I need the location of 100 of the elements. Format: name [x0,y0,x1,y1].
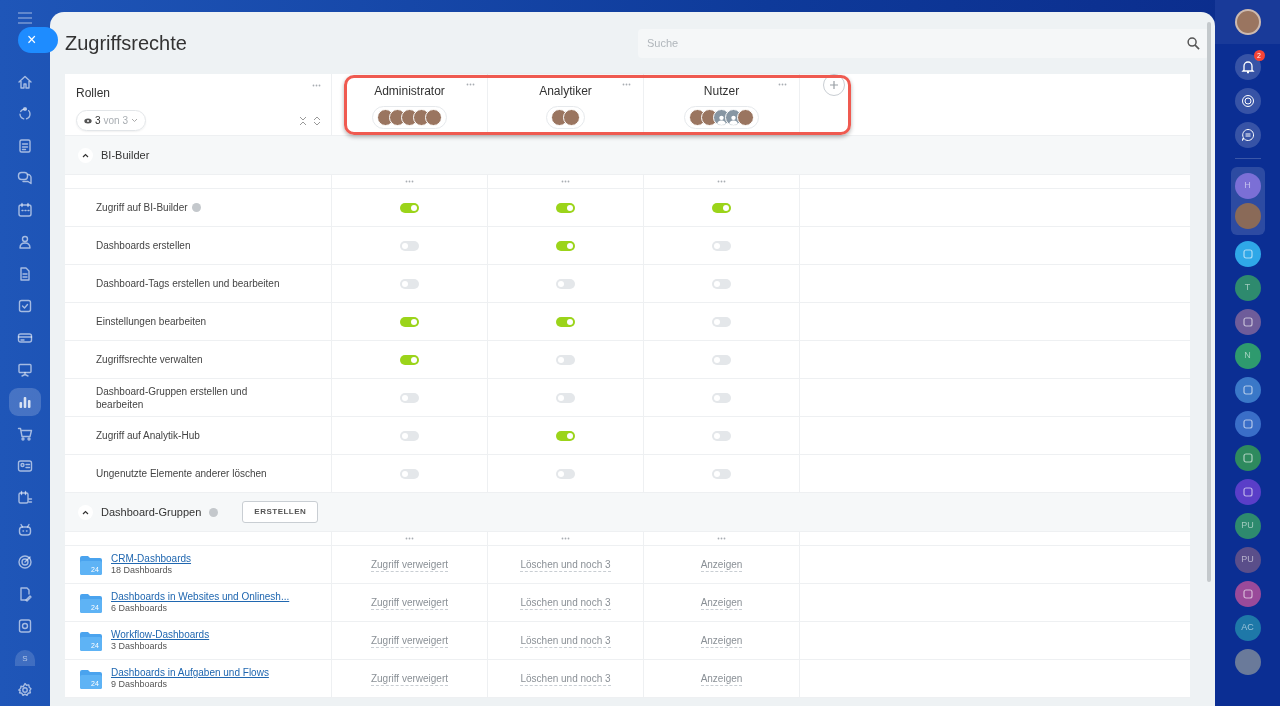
permission-dropdown[interactable]: Anzeigen [700,633,743,648]
chat-icon[interactable] [1234,411,1261,437]
group-link[interactable]: Workflow-Dashboards [111,629,210,642]
people-icon[interactable] [17,234,33,250]
avatar-photo[interactable] [1234,203,1261,229]
toggle-switch[interactable] [400,278,419,289]
spiral-icon[interactable] [1240,94,1255,108]
collapse-button[interactable] [78,147,93,163]
toggle-switch[interactable] [400,354,419,365]
avatar-photo [737,109,754,126]
toggle-switch[interactable] [712,430,731,441]
collapse-expand-icon[interactable] [299,115,321,126]
permission-dropdown[interactable]: Löschen und noch 3 [520,671,611,686]
toggle-switch[interactable] [712,354,731,365]
chat-icon[interactable] [17,170,33,186]
chat-avatar[interactable]: H [1234,173,1261,199]
toggle-switch[interactable] [400,202,419,213]
cycle-icon[interactable] [17,106,33,122]
toggle-switch[interactable] [400,468,419,479]
permission-dropdown[interactable]: Zugriff verweigert [370,595,449,610]
role-name: Nutzer [703,83,740,100]
toggle-switch[interactable] [556,430,575,441]
toggle-switch[interactable] [712,240,731,251]
group-link[interactable]: Dashboards in Aufgaben und Flows [111,667,269,680]
menu-icon[interactable] [17,10,33,26]
section-title: BI-Builder [101,147,150,163]
bar-chart-icon[interactable] [17,394,33,410]
home-icon[interactable] [17,74,33,90]
toggle-switch[interactable] [556,202,575,213]
permission-dropdown[interactable]: Löschen und noch 3 [520,595,611,610]
toggle-switch[interactable] [400,316,419,327]
permission-dropdown[interactable]: Zugriff verweigert [370,671,449,686]
schedule-icon[interactable] [17,490,33,506]
user-avatar[interactable]: S [15,650,35,666]
chat-avatar[interactable]: AC [1234,615,1261,641]
group-link[interactable]: CRM-Dashboards [111,553,192,566]
target-icon[interactable] [17,554,33,570]
help-icon[interactable] [209,507,219,517]
page-title: Zugriffsrechte [65,31,187,55]
robot-icon[interactable] [17,522,33,538]
toggle-switch[interactable] [556,278,575,289]
toggle-switch[interactable] [712,202,731,213]
nav-item-active[interactable] [9,388,41,416]
chat-icon[interactable] [1234,445,1261,471]
checkbox-icon[interactable] [17,298,33,314]
cart-icon[interactable] [17,426,33,442]
chat-avatar[interactable]: N [1234,343,1261,369]
permission-dropdown[interactable]: Zugriff verweigert [370,557,449,572]
card-icon[interactable] [17,330,33,346]
permission-label: Zugriffsrechte verwalten [96,353,203,366]
chat-avatar[interactable]: PU [1234,547,1261,573]
toggle-switch[interactable] [712,316,731,327]
toggle-switch[interactable] [556,392,575,403]
permission-label: Dashboard-Gruppen erstellen und bearbeiten [96,384,249,411]
permission-dropdown[interactable]: Anzeigen [700,671,743,686]
chat-avatar[interactable]: PU [1234,513,1261,539]
presentation-icon[interactable] [17,362,33,378]
permission-dropdown[interactable]: Anzeigen [700,595,743,610]
permission-dropdown[interactable]: Anzeigen [700,557,743,572]
chat-swap-icon[interactable] [1240,128,1255,142]
chat-avatar[interactable]: T [1234,275,1261,301]
toggle-switch[interactable] [400,430,419,441]
chat-icon[interactable] [1234,479,1261,505]
chat-icon[interactable] [1234,309,1261,335]
bell-icon[interactable] [1240,60,1255,74]
permission-label: Dashboard-Tags erstellen und bearbeiten [96,277,280,290]
toggle-switch[interactable] [400,240,419,251]
toggle-switch[interactable] [712,278,731,289]
toggle-switch[interactable] [556,240,575,251]
contact-card-icon[interactable] [17,458,33,474]
chat-icon[interactable] [1234,377,1261,403]
avatar-photo[interactable] [1234,649,1261,675]
group-link[interactable]: Dashboards in Websites und Onlinesh... [111,591,290,604]
permission-label: Zugriff auf Analytik-Hub [96,429,200,442]
document-icon[interactable] [17,138,33,154]
close-button[interactable]: × [18,27,58,53]
scrollbar[interactable] [1207,22,1211,582]
profile-avatar[interactable] [1234,9,1261,35]
toggle-switch[interactable] [712,468,731,479]
toggle-switch[interactable] [400,392,419,403]
toggle-switch[interactable] [556,316,575,327]
box-icon[interactable] [17,618,33,634]
toggle-switch[interactable] [556,354,575,365]
permission-dropdown[interactable]: Löschen und noch 3 [520,633,611,648]
help-icon[interactable] [191,203,201,212]
search-field[interactable]: Suche [638,28,1209,58]
toggle-switch[interactable] [712,392,731,403]
chat-icon[interactable] [1234,581,1261,607]
permission-dropdown[interactable]: Löschen und noch 3 [520,557,611,572]
permission-dropdown[interactable]: Zugriff verweigert [370,633,449,648]
chat-icon[interactable] [1234,241,1261,267]
dashboard-count: 9 Dashboards [111,679,169,690]
calendar-icon[interactable] [17,202,33,218]
toggle-switch[interactable] [556,468,575,479]
file-icon[interactable] [17,266,33,282]
settings-icon[interactable] [17,682,33,698]
plus-icon [829,80,839,90]
collapse-button[interactable] [78,504,93,520]
document-edit-icon[interactable] [17,586,33,602]
create-button[interactable]: ERSTELLEN [242,501,319,523]
